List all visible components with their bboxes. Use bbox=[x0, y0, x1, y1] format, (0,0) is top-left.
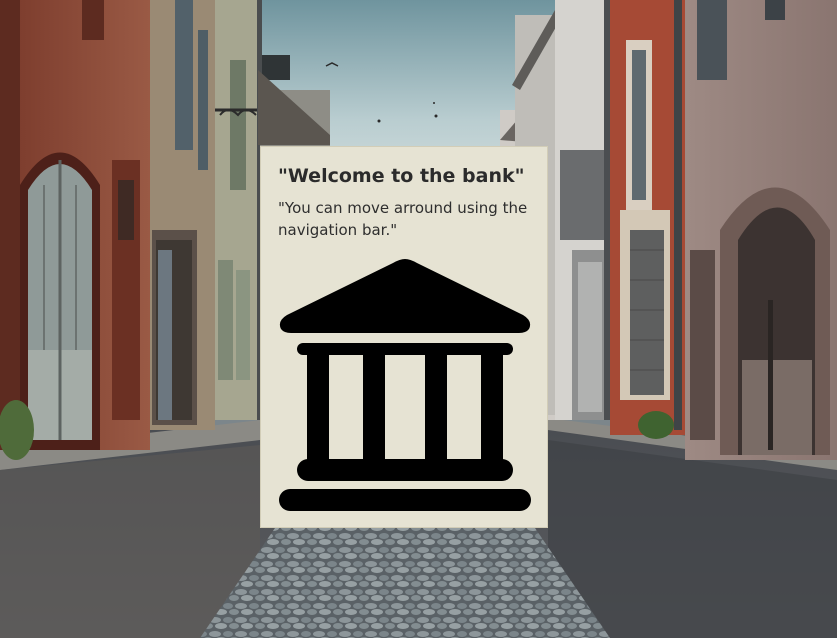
bank-icon bbox=[279, 259, 531, 511]
dialog-title: "Welcome to the bank" bbox=[278, 165, 525, 187]
game-scene: "Welcome to the bank" "You can move arro… bbox=[0, 0, 837, 638]
welcome-dialog: "Welcome to the bank" "You can move arro… bbox=[260, 146, 548, 528]
dialog-message: "You can move arround using the navigati… bbox=[278, 199, 528, 239]
